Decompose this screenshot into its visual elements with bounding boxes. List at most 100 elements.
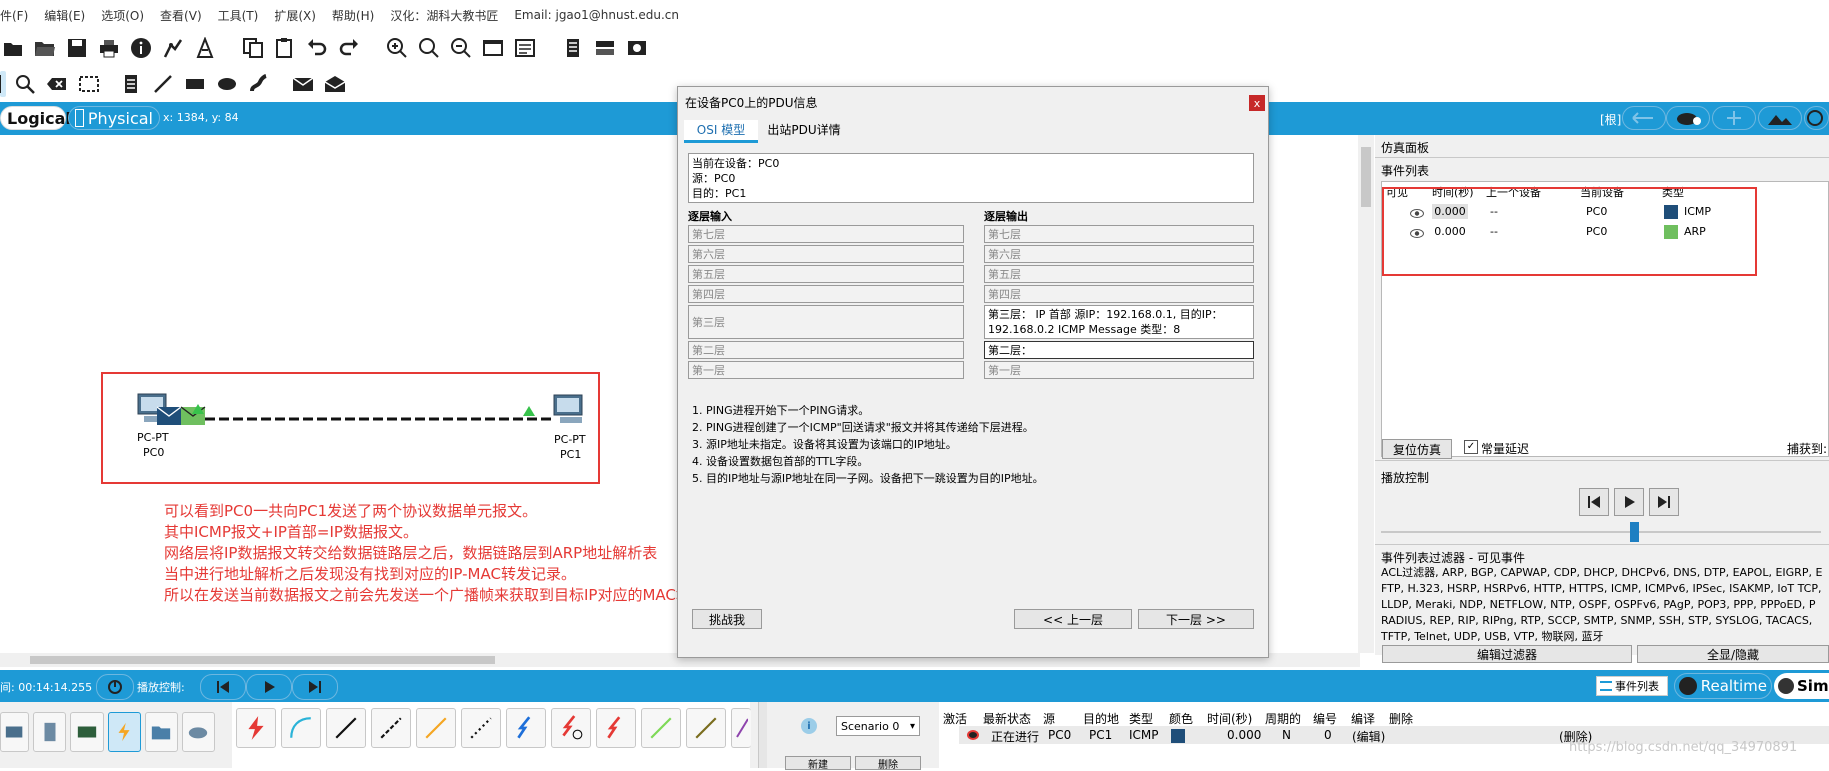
out-layer-1[interactable]: 第一层 xyxy=(984,361,1254,379)
step-forward-icon[interactable] xyxy=(292,674,338,700)
vertical-scroll-thumb[interactable] xyxy=(1361,147,1371,207)
iot-cable-icon[interactable] xyxy=(686,708,726,748)
background-image-icon[interactable] xyxy=(1758,106,1802,130)
add-complex-pdu-icon[interactable] xyxy=(322,71,348,97)
straight-through-cable-icon[interactable] xyxy=(326,708,366,748)
serial-dce-cable-icon[interactable] xyxy=(551,708,591,748)
undo-icon[interactable] xyxy=(304,35,330,61)
menu-file[interactable]: 件(F) xyxy=(0,7,28,24)
activity-wizard-icon[interactable] xyxy=(192,35,218,61)
previous-layer-button[interactable]: << 上一层 xyxy=(1014,609,1132,629)
draw-ellipse-icon[interactable] xyxy=(214,71,240,97)
zoom-in-icon[interactable] xyxy=(384,35,410,61)
in-layer-2[interactable]: 第二层 xyxy=(688,341,964,359)
step-back-icon[interactable] xyxy=(200,674,246,700)
close-button[interactable]: x xyxy=(1249,95,1265,111)
serial-dte-cable-icon[interactable] xyxy=(596,708,636,748)
freeform-icon[interactable] xyxy=(246,71,272,97)
drawing-palette-icon[interactable] xyxy=(480,35,506,61)
components-icon[interactable] xyxy=(70,712,104,752)
in-layer-6[interactable]: 第六层 xyxy=(688,245,964,263)
reset-simulation-button[interactable]: 复位仿真 xyxy=(1382,439,1452,459)
menu-help[interactable]: 帮助(H) xyxy=(332,7,374,24)
resize-icon[interactable] xyxy=(76,71,102,97)
constant-delay-checkbox[interactable]: ✓ xyxy=(1464,440,1478,454)
console-cable-icon[interactable] xyxy=(281,708,321,748)
realtime-mode-button[interactable]: Realtime xyxy=(1674,673,1772,699)
menu-view[interactable]: 查看(V) xyxy=(160,7,202,24)
scenario-select[interactable]: Scenario 0 ▾ xyxy=(836,716,920,736)
tab-osi-model[interactable]: OSI 模型 xyxy=(684,120,758,143)
cloud-icon[interactable] xyxy=(1666,106,1710,130)
out-layer-2[interactable]: 第二层： xyxy=(984,341,1254,359)
show-all-button[interactable]: 全显/隐藏 xyxy=(1637,645,1829,663)
play-icon[interactable] xyxy=(246,674,292,700)
save-icon[interactable] xyxy=(64,35,90,61)
step-forward-button[interactable] xyxy=(1649,488,1679,516)
coaxial-cable-icon[interactable] xyxy=(506,708,546,748)
play-button[interactable] xyxy=(1614,488,1644,516)
move-icon[interactable] xyxy=(1712,106,1756,130)
out-layer-6[interactable]: 第六层 xyxy=(984,245,1254,263)
out-layer-7[interactable]: 第七层 xyxy=(984,225,1254,243)
next-layer-button[interactable]: 下一层 >> xyxy=(1138,609,1254,629)
connections-icon[interactable] xyxy=(107,712,141,752)
paste-icon[interactable] xyxy=(272,35,298,61)
servers-icon[interactable] xyxy=(33,712,67,752)
tab-outbound-pdu[interactable]: 出站PDU详情 xyxy=(762,120,846,140)
notes-icon[interactable] xyxy=(560,35,586,61)
crossover-cable-icon[interactable] xyxy=(371,708,411,748)
delete-icon[interactable] xyxy=(44,71,70,97)
scenario-info-icon[interactable]: i xyxy=(801,718,817,734)
event-list-toggle[interactable]: 事件列表 xyxy=(1596,676,1668,696)
in-layer-4[interactable]: 第四层 xyxy=(688,285,964,303)
usb-cable-icon[interactable] xyxy=(731,708,751,748)
open-folder-icon[interactable] xyxy=(32,35,58,61)
network-wizard-icon[interactable] xyxy=(160,35,186,61)
logical-view-tab[interactable]: Logical xyxy=(0,106,71,130)
multiuser-cloud-icon[interactable] xyxy=(181,712,216,752)
menu-tools[interactable]: 工具(T) xyxy=(218,7,259,24)
in-layer-3[interactable]: 第三层 xyxy=(688,305,964,339)
zoom-reset-icon[interactable] xyxy=(416,35,442,61)
vertical-scrollbar[interactable] xyxy=(1358,135,1374,653)
power-cycle-icon[interactable] xyxy=(96,674,134,700)
new-file-icon[interactable] xyxy=(0,35,26,61)
edit-filter-button[interactable]: 编辑过滤器 xyxy=(1382,645,1632,663)
camera-icon[interactable] xyxy=(624,35,650,61)
menu-edit[interactable]: 编辑(E) xyxy=(44,7,85,24)
pdu-edit-link[interactable]: (编辑) xyxy=(1352,728,1385,745)
out-layer-5[interactable]: 第五层 xyxy=(984,265,1254,283)
place-note-icon[interactable] xyxy=(118,71,144,97)
add-simple-pdu-icon[interactable] xyxy=(290,71,316,97)
auto-connect-icon[interactable] xyxy=(236,708,276,748)
in-layer-7[interactable]: 第七层 xyxy=(688,225,964,243)
redo-icon[interactable] xyxy=(336,35,362,61)
print-icon[interactable] xyxy=(96,35,122,61)
info-icon[interactable] xyxy=(128,35,154,61)
step-back-button[interactable] xyxy=(1579,488,1609,516)
out-layer-4[interactable]: 第四层 xyxy=(984,285,1254,303)
simulation-mode-button[interactable]: Sim xyxy=(1774,673,1829,699)
physical-view-tab[interactable]: Physical xyxy=(68,106,160,130)
select-icon[interactable] xyxy=(0,71,6,97)
misc-folder-icon[interactable] xyxy=(144,712,178,752)
back-icon[interactable] xyxy=(1622,106,1666,130)
menu-options[interactable]: 选项(O) xyxy=(101,7,144,24)
pc1-icon[interactable] xyxy=(552,393,592,427)
fiber-cable-icon[interactable] xyxy=(416,708,456,748)
speed-slider-track[interactable] xyxy=(1381,531,1821,533)
end-devices-icon[interactable] xyxy=(0,712,30,752)
panel-splitter[interactable] xyxy=(758,702,767,768)
custom-device-icon[interactable] xyxy=(512,35,538,61)
out-layer-3[interactable]: 第三层： IP 首部 源IP：192.168.0.1, 目的IP：192.168… xyxy=(984,305,1254,339)
draw-rectangle-icon[interactable] xyxy=(182,71,208,97)
fire-indicator-icon[interactable] xyxy=(967,730,979,740)
octal-cable-icon[interactable] xyxy=(641,708,681,748)
in-layer-5[interactable]: 第五层 xyxy=(688,265,964,283)
in-layer-1[interactable]: 第一层 xyxy=(688,361,964,379)
ethernet-link[interactable] xyxy=(205,410,555,421)
inspect-icon[interactable] xyxy=(12,71,38,97)
cluster-icon[interactable] xyxy=(592,35,618,61)
phone-cable-icon[interactable] xyxy=(461,708,501,748)
